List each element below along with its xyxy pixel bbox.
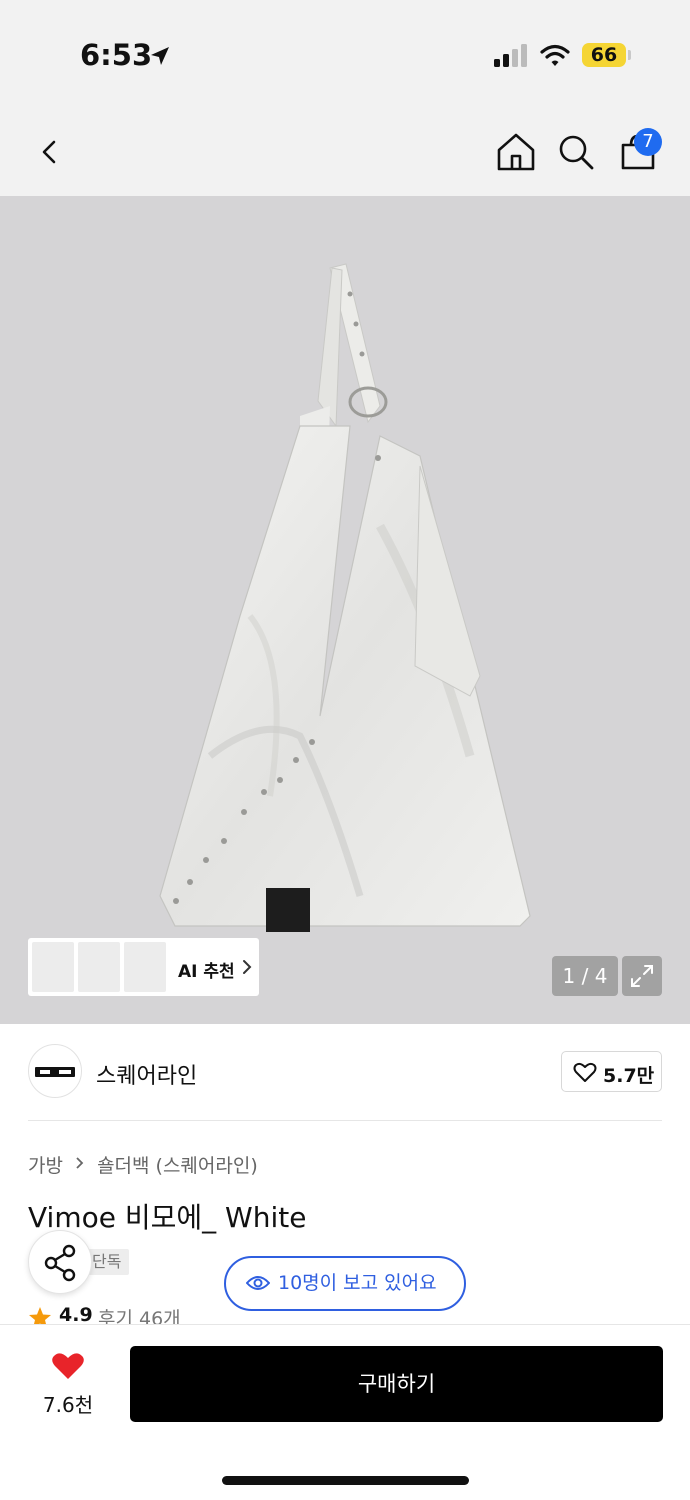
viewers-indicator: 10명이 보고 있어요 bbox=[224, 1256, 466, 1311]
ai-thumb-1[interactable] bbox=[32, 942, 74, 992]
buy-button[interactable]: 구매하기 bbox=[130, 1346, 663, 1422]
ai-recommend-label: AI 추천 bbox=[178, 962, 235, 982]
wishlist-count: 7.6천 bbox=[42, 1393, 94, 1417]
home-icon[interactable] bbox=[494, 130, 538, 174]
signal-icon bbox=[494, 44, 527, 67]
divider bbox=[28, 1120, 662, 1121]
chevron-right-icon bbox=[243, 960, 252, 974]
location-arrow-icon bbox=[151, 47, 169, 65]
cart-badge: 7 bbox=[634, 128, 662, 156]
brand-like-button[interactable]: 5.7만 bbox=[561, 1051, 662, 1092]
brand-name[interactable]: 스퀘어라인 bbox=[96, 1058, 197, 1090]
ai-thumb-3[interactable] bbox=[124, 942, 166, 992]
expand-image-button[interactable] bbox=[622, 956, 662, 996]
share-button[interactable] bbox=[28, 1230, 92, 1294]
ai-recommend-widget[interactable]: AI 추천 bbox=[28, 938, 259, 996]
rating-value: 4.9 bbox=[59, 1304, 93, 1326]
brand-logo[interactable] bbox=[28, 1044, 82, 1098]
back-icon[interactable] bbox=[28, 130, 72, 174]
breadcrumb: 가방 숄더백 (스퀘어라인) bbox=[28, 1151, 258, 1178]
image-page-counter: 1 / 4 bbox=[552, 956, 618, 996]
expand-icon bbox=[631, 965, 653, 987]
bottom-action-bar: 7.6천 구매하기 bbox=[0, 1324, 690, 1500]
battery-icon: 66 bbox=[582, 43, 626, 67]
share-icon bbox=[44, 1244, 76, 1282]
nav-header bbox=[0, 110, 690, 196]
home-indicator[interactable] bbox=[222, 1476, 469, 1485]
product-image-gallery[interactable]: AI 추천 1 / 4 bbox=[0, 196, 690, 1024]
wifi-icon bbox=[540, 44, 570, 66]
viewers-text: 10명이 보고 있어요 bbox=[278, 1272, 437, 1294]
status-time: 6:53 bbox=[80, 38, 153, 72]
product-title: Vimoe 비모에_ White bbox=[28, 1201, 307, 1234]
heart-outline-icon bbox=[573, 1062, 597, 1082]
eye-icon bbox=[246, 1276, 270, 1290]
status-bar: 6:53 66 bbox=[0, 0, 690, 110]
heart-filled-icon[interactable] bbox=[51, 1351, 85, 1381]
breadcrumb-subcategory[interactable]: 숄더백 (스퀘어라인) bbox=[97, 1155, 258, 1177]
product-detail-screen: 6:53 66 7 AI 추천 1 / 4 스퀘어라인 5.7만 가방 숄더백 … bbox=[0, 0, 690, 1500]
chevron-right-icon bbox=[76, 1157, 84, 1169]
ai-thumb-2[interactable] bbox=[78, 942, 120, 992]
brand-like-count: 5.7만 bbox=[603, 1065, 655, 1087]
search-icon[interactable] bbox=[554, 130, 598, 174]
breadcrumb-category[interactable]: 가방 bbox=[28, 1155, 63, 1177]
brand-logo-mark bbox=[35, 1067, 75, 1077]
product-photo bbox=[159, 263, 531, 932]
battery-tip bbox=[628, 50, 631, 60]
